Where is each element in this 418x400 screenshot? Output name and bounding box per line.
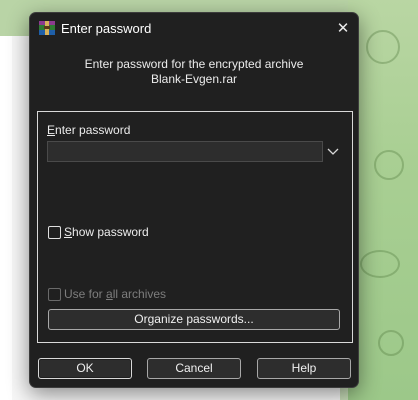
chevron-down-icon (327, 148, 339, 155)
show-password-label-rest: how password (72, 225, 149, 239)
password-label-accesskey: E (47, 123, 56, 137)
show-password-label[interactable]: Show password (64, 225, 149, 239)
help-button[interactable]: Help (257, 358, 351, 379)
winrar-archive-icon (39, 21, 55, 35)
use-for-all-row: Use for all archives (48, 287, 166, 301)
close-button[interactable]: ✕ (328, 13, 358, 43)
password-history-dropdown[interactable] (324, 141, 342, 162)
prompt-line: Enter password for the encrypted archive (84, 57, 304, 71)
password-dialog: Enter password ✕ Enter password for the … (29, 12, 359, 388)
wallpaper-doodle (374, 150, 404, 180)
prompt-text: Enter password for the encrypted archive… (30, 57, 358, 87)
password-label: Enter password (47, 123, 130, 137)
show-password-accesskey: S (64, 225, 73, 239)
close-icon: ✕ (336, 20, 350, 37)
organize-passwords-button[interactable]: Organize passwords... (48, 309, 340, 330)
use-for-all-accesskey: a (106, 287, 113, 301)
password-input[interactable] (47, 141, 323, 162)
wallpaper-doodle (366, 30, 400, 64)
use-for-all-label-start: Use for (64, 287, 107, 301)
title-bar[interactable]: Enter password ✕ (30, 13, 358, 43)
use-for-all-label-end: ll archives (112, 287, 167, 301)
use-for-all-checkbox (48, 287, 61, 301)
show-password-checkbox[interactable] (48, 225, 61, 239)
use-for-all-label: Use for all archives (64, 287, 166, 301)
ok-button[interactable]: OK (38, 358, 132, 379)
background-app-panel (0, 36, 12, 400)
password-label-rest: nter password (55, 123, 131, 137)
show-password-row[interactable]: Show password (48, 225, 149, 239)
archive-name: Blank-Evgen.rar (150, 72, 238, 86)
dialog-title: Enter password (61, 21, 152, 36)
cancel-button[interactable]: Cancel (147, 358, 241, 379)
wallpaper-doodle (360, 250, 400, 278)
wallpaper-doodle (378, 330, 404, 356)
